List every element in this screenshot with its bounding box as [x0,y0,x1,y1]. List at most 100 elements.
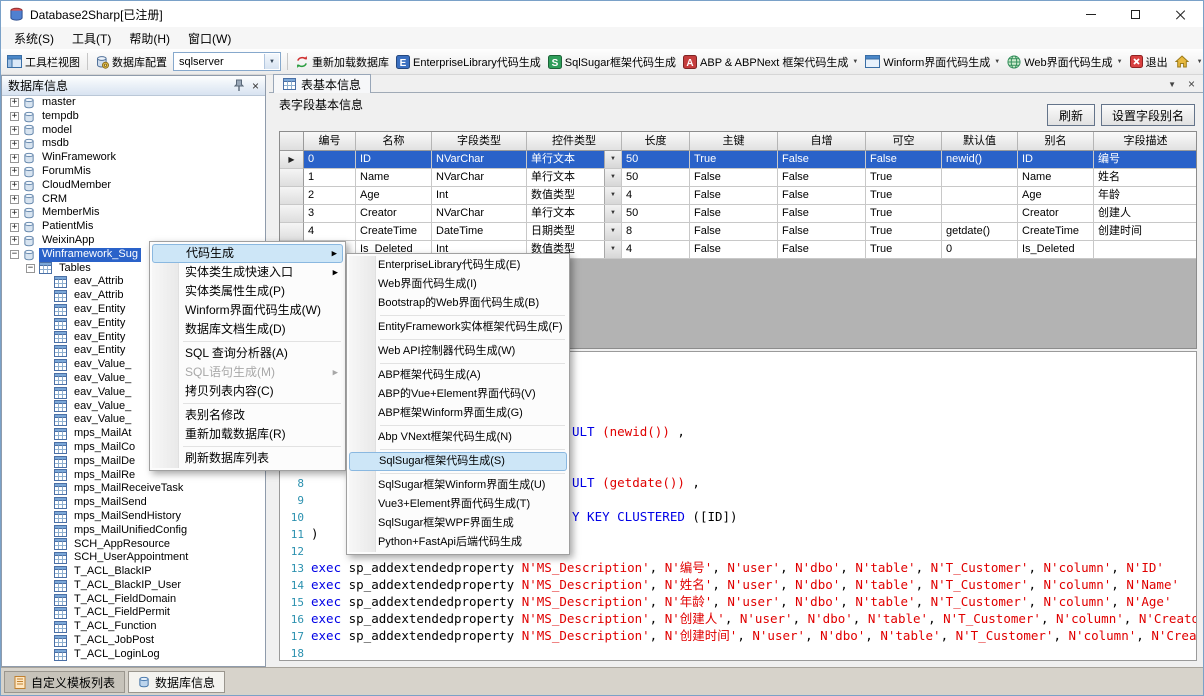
grid-cell[interactable]: Age [356,187,432,205]
submenu-item[interactable]: Abp VNext框架代码生成(N) [349,428,567,447]
grid-cell[interactable]: 3 [304,205,356,223]
expand-icon[interactable]: + [10,167,19,176]
close-button[interactable] [1158,1,1203,27]
minimize-button[interactable] [1068,1,1113,27]
context-menu-item[interactable]: SQL 查询分析器(A) [152,344,343,363]
grid-cell[interactable]: Int [432,187,527,205]
grid-cell[interactable]: 创建时间 [1094,223,1197,241]
reload-database-button[interactable]: 重新加载数据库 [292,52,392,72]
collapse-icon[interactable]: − [10,250,19,259]
grid-cell[interactable]: False [778,169,866,187]
grid-cell[interactable]: ID [356,151,432,169]
grid-cell[interactable]: Creator [1018,205,1094,223]
context-menu-item[interactable]: Winform界面代码生成(W) [152,301,343,320]
tree-item-table[interactable]: T_ACL_LoginLog [2,648,265,662]
grid-cell[interactable]: Creator [356,205,432,223]
set-field-alias-button[interactable]: 设置字段别名 [1101,104,1195,126]
context-menu-item[interactable]: 数据库文档生成(D) [152,320,343,339]
tab-list-dropdown-icon[interactable]: ▼ [1168,80,1176,89]
toolbar-overflow-button[interactable]: ▼ [1193,57,1203,67]
tab-database-info[interactable]: 数据库信息 [128,671,225,693]
tree-item-table[interactable]: mps_MailReceiveTask [2,482,265,496]
grid-cell[interactable] [1094,241,1197,259]
submenu-item[interactable]: ABP框架代码生成(A) [349,366,567,385]
grid-cell-combo[interactable]: 单行文本▼ [527,169,622,187]
tree-item-table[interactable]: T_ACL_BlackIP [2,565,265,579]
expand-icon[interactable]: + [10,98,19,107]
expand-icon[interactable]: + [10,112,19,121]
grid-cell[interactable]: Is_Deleted [1018,241,1094,259]
grid-cell[interactable]: False [778,223,866,241]
grid-cell[interactable]: 4 [304,223,356,241]
column-header[interactable]: 长度 [622,132,690,151]
column-header[interactable]: 字段描述 [1094,132,1197,151]
grid-cell[interactable]: 50 [622,169,690,187]
tree-item-table[interactable]: T_ACL_BlackIP_User [2,579,265,593]
submenu-item[interactable]: SqlSugar框架WPF界面生成 [349,514,567,533]
expand-icon[interactable]: + [10,195,19,204]
grid-cell[interactable]: newid() [942,151,1018,169]
submenu-item[interactable]: ABP的Vue+Element界面代码(V) [349,385,567,404]
tab-custom-template-list[interactable]: 自定义模板列表 [4,671,125,693]
tab-table-basic-info[interactable]: 表基本信息 [273,74,371,93]
home-button[interactable] [1172,53,1192,70]
grid-cell[interactable]: 50 [622,205,690,223]
exit-button[interactable]: 退出 [1127,52,1171,72]
grid-cell[interactable] [942,169,1018,187]
chevron-down-icon[interactable]: ▼ [604,187,621,204]
grid-cell[interactable]: True [866,169,942,187]
chevron-down-icon[interactable]: ▼ [604,151,621,168]
menubar-item[interactable]: 帮助(H) [120,27,179,50]
pin-icon[interactable] [234,79,244,92]
expand-icon[interactable]: + [10,209,19,218]
grid-cell[interactable]: NVarChar [432,169,527,187]
grid-cell[interactable]: False [690,241,778,259]
tree-item-database[interactable]: +MemberMis [2,206,265,220]
column-header[interactable]: 自增 [778,132,866,151]
submenu-item[interactable]: Web界面代码生成(I) [349,275,567,294]
refresh-button[interactable]: 刷新 [1047,104,1095,126]
close-tab-icon[interactable]: × [1188,78,1195,90]
grid-cell[interactable]: 2 [304,187,356,205]
submenu-item[interactable]: SqlSugar框架Winform界面生成(U) [349,476,567,495]
tree-item-table[interactable]: SCH_UserAppointment [2,551,265,565]
column-header[interactable]: 默认值 [942,132,1018,151]
tree-item-database[interactable]: +master [2,96,265,110]
grid-cell[interactable]: False [778,187,866,205]
tree-item-table[interactable]: T_ACL_FieldDomain [2,593,265,607]
row-selector[interactable] [280,205,304,223]
grid-cell[interactable]: Age [1018,187,1094,205]
context-menu-item[interactable]: 实体类生成快速入口▶ [152,263,343,282]
tree-item-database[interactable]: +WinFramework [2,151,265,165]
tree-item-database[interactable]: +CloudMember [2,179,265,193]
column-header[interactable]: 主键 [690,132,778,151]
chevron-down-icon[interactable]: ▼ [264,54,279,69]
context-menu-item[interactable]: 表别名修改 [152,406,343,425]
chevron-down-icon[interactable]: ▼ [604,223,621,240]
db-config-button[interactable]: 数据库配置 [92,52,170,72]
grid-cell[interactable]: False [866,151,942,169]
row-selector-header[interactable] [280,132,304,151]
tree-item-database[interactable]: +model [2,124,265,138]
chevron-down-icon[interactable]: ▼ [604,169,621,186]
database-type-combo[interactable]: sqlserver▼ [173,52,281,71]
grid-cell[interactable]: 0 [942,241,1018,259]
submenu-item[interactable]: Bootstrap的Web界面代码生成(B) [349,294,567,313]
row-selector[interactable] [280,223,304,241]
expand-icon[interactable]: + [10,154,19,163]
grid-cell[interactable]: 编号 [1094,151,1197,169]
submenu-item[interactable]: EnterpriseLibrary代码生成(E) [349,256,567,275]
tree-item-database[interactable]: +PatientMis [2,220,265,234]
grid-cell[interactable]: 创建人 [1094,205,1197,223]
column-header[interactable]: 字段类型 [432,132,527,151]
grid-cell[interactable] [942,205,1018,223]
collapse-icon[interactable]: − [26,264,35,273]
grid-cell[interactable]: True [866,223,942,241]
expand-icon[interactable]: + [10,181,19,190]
grid-cell[interactable]: True [866,205,942,223]
grid-cell[interactable]: CreateTime [356,223,432,241]
grid-cell[interactable]: False [778,151,866,169]
sqlsugar-codegen-button[interactable]: SSqlSugar框架代码生成 [545,52,679,72]
expand-icon[interactable]: + [10,236,19,245]
context-menu-item[interactable]: 代码生成▶ [152,244,343,263]
